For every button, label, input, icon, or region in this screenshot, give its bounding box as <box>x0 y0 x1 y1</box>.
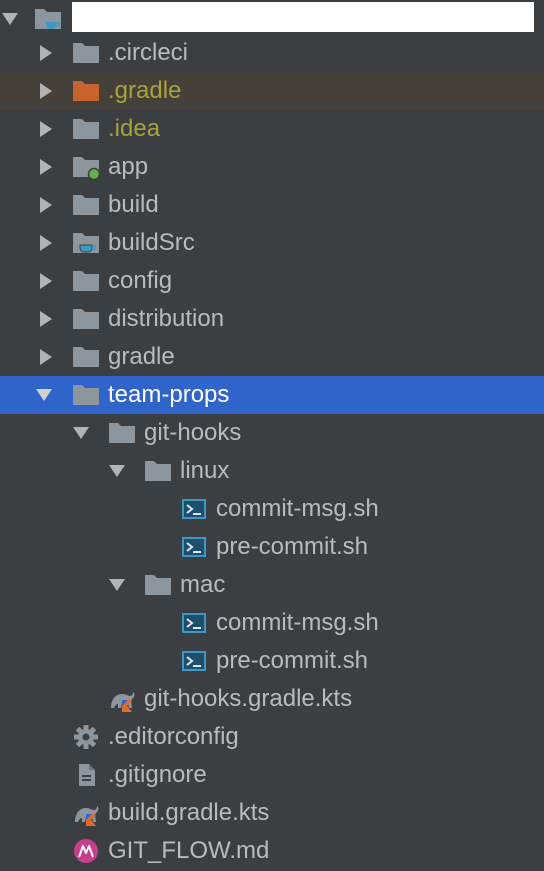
chevron-down-icon[interactable] <box>36 387 52 403</box>
excluded-folder-icon <box>72 78 100 104</box>
chevron-right-icon[interactable] <box>38 311 54 327</box>
folder-icon <box>72 306 100 332</box>
chevron-right-icon[interactable] <box>38 273 54 289</box>
shell-script-icon <box>180 534 208 560</box>
tree-item-label: .idea <box>108 115 161 142</box>
redacted-project-name <box>72 2 534 32</box>
folder-icon <box>72 116 100 142</box>
tree-item-label: .circleci <box>108 39 189 66</box>
folder-icon <box>144 458 172 484</box>
folder-icon <box>144 572 172 598</box>
folder-icon <box>72 344 100 370</box>
tree-item-linux[interactable]: linux <box>0 452 544 490</box>
folder-icon <box>72 268 100 294</box>
tree-item-label: mac <box>180 571 226 598</box>
tree-item-label: .gitignore <box>108 761 207 788</box>
tree-item-label: GIT_FLOW.md <box>108 837 270 864</box>
tree-item-label: app <box>108 153 149 180</box>
tree-item-gradle[interactable]: gradle <box>0 338 544 376</box>
text-file-icon <box>72 762 100 788</box>
tree-item-label: git-hooks.gradle.kts <box>144 685 353 712</box>
tree-item-circleci[interactable]: .circleci <box>0 34 544 72</box>
chevron-down-icon[interactable] <box>109 577 125 593</box>
shell-script-icon <box>180 496 208 522</box>
chevron-down-icon[interactable] <box>73 425 89 441</box>
folder-icon <box>72 40 100 66</box>
tree-item-label: commit-msg.sh <box>216 609 379 636</box>
markdown-icon <box>72 838 100 864</box>
chevron-right-icon[interactable] <box>38 45 54 61</box>
tree-item-app[interactable]: app <box>0 148 544 186</box>
tree-item-label: team-props <box>108 381 230 408</box>
tree-item-label: buildSrc <box>108 229 195 256</box>
tree-item-gitignore[interactable]: .gitignore <box>0 756 544 794</box>
chevron-right-icon[interactable] <box>38 197 54 213</box>
tree-item-mac[interactable]: mac <box>0 566 544 604</box>
folder-icon <box>108 420 136 446</box>
chevron-right-icon[interactable] <box>38 121 54 137</box>
chevron-right-icon[interactable] <box>38 235 54 251</box>
tree-item-git-hooks[interactable]: git-hooks <box>0 414 544 452</box>
gradle-kotlin-icon <box>108 686 136 712</box>
gear-icon <box>72 724 100 750</box>
tree-item-mac-commit-msg[interactable]: commit-msg.sh <box>0 604 544 642</box>
folder-icon <box>72 192 100 218</box>
tree-item-label: pre-commit.sh <box>216 647 369 674</box>
tree-item-label: build.gradle.kts <box>108 799 270 826</box>
tree-root-row[interactable] <box>0 0 544 38</box>
tree-item-label: build <box>108 191 159 218</box>
tree-item-label: git-hooks <box>144 419 242 446</box>
tree-item-label: distribution <box>108 305 225 332</box>
tree-item-editorconfig[interactable]: .editorconfig <box>0 718 544 756</box>
tree-item-label: gradle <box>108 343 175 370</box>
tree-item-label: config <box>108 267 173 294</box>
tree-item-label: .editorconfig <box>108 723 239 750</box>
tree-item-linux-pre-commit[interactable]: pre-commit.sh <box>0 528 544 566</box>
folder-icon <box>72 382 100 408</box>
tree-item-linux-commit-msg[interactable]: commit-msg.sh <box>0 490 544 528</box>
tree-item-idea[interactable]: .idea <box>0 110 544 148</box>
gradle-kotlin-icon <box>72 800 100 826</box>
chevron-down-icon[interactable] <box>109 463 125 479</box>
tree-item-label: pre-commit.sh <box>216 533 369 560</box>
shell-script-icon <box>180 648 208 674</box>
tree-item-build-gradle-kts[interactable]: build.gradle.kts <box>0 794 544 832</box>
tree-item-team-props[interactable]: team-props <box>0 376 544 414</box>
tree-item-git-hooks-gradle-kts[interactable]: git-hooks.gradle.kts <box>0 680 544 718</box>
tree-item-distribution[interactable]: distribution <box>0 300 544 338</box>
chevron-right-icon[interactable] <box>38 83 54 99</box>
chevron-down-icon[interactable] <box>2 11 18 27</box>
tree-item-config[interactable]: config <box>0 262 544 300</box>
tree-item-label: commit-msg.sh <box>216 495 379 522</box>
chevron-right-icon[interactable] <box>38 159 54 175</box>
tree-item-mac-pre-commit[interactable]: pre-commit.sh <box>0 642 544 680</box>
tree-item-label: linux <box>180 457 230 484</box>
tree-item-build[interactable]: build <box>0 186 544 224</box>
tree-item-gradle-cache[interactable]: .gradle <box>0 72 544 110</box>
tree-item-label: .gradle <box>108 77 182 104</box>
chevron-right-icon[interactable] <box>38 349 54 365</box>
module-folder-icon <box>72 230 100 256</box>
project-tree: .circleci .gradle .idea app build buildS… <box>0 0 544 868</box>
project-folder-icon <box>34 6 62 32</box>
shell-script-icon <box>180 610 208 636</box>
tree-item-buildsrc[interactable]: buildSrc <box>0 224 544 262</box>
module-folder-icon <box>72 154 101 181</box>
tree-item-git-flow-md[interactable]: GIT_FLOW.md <box>0 832 544 870</box>
